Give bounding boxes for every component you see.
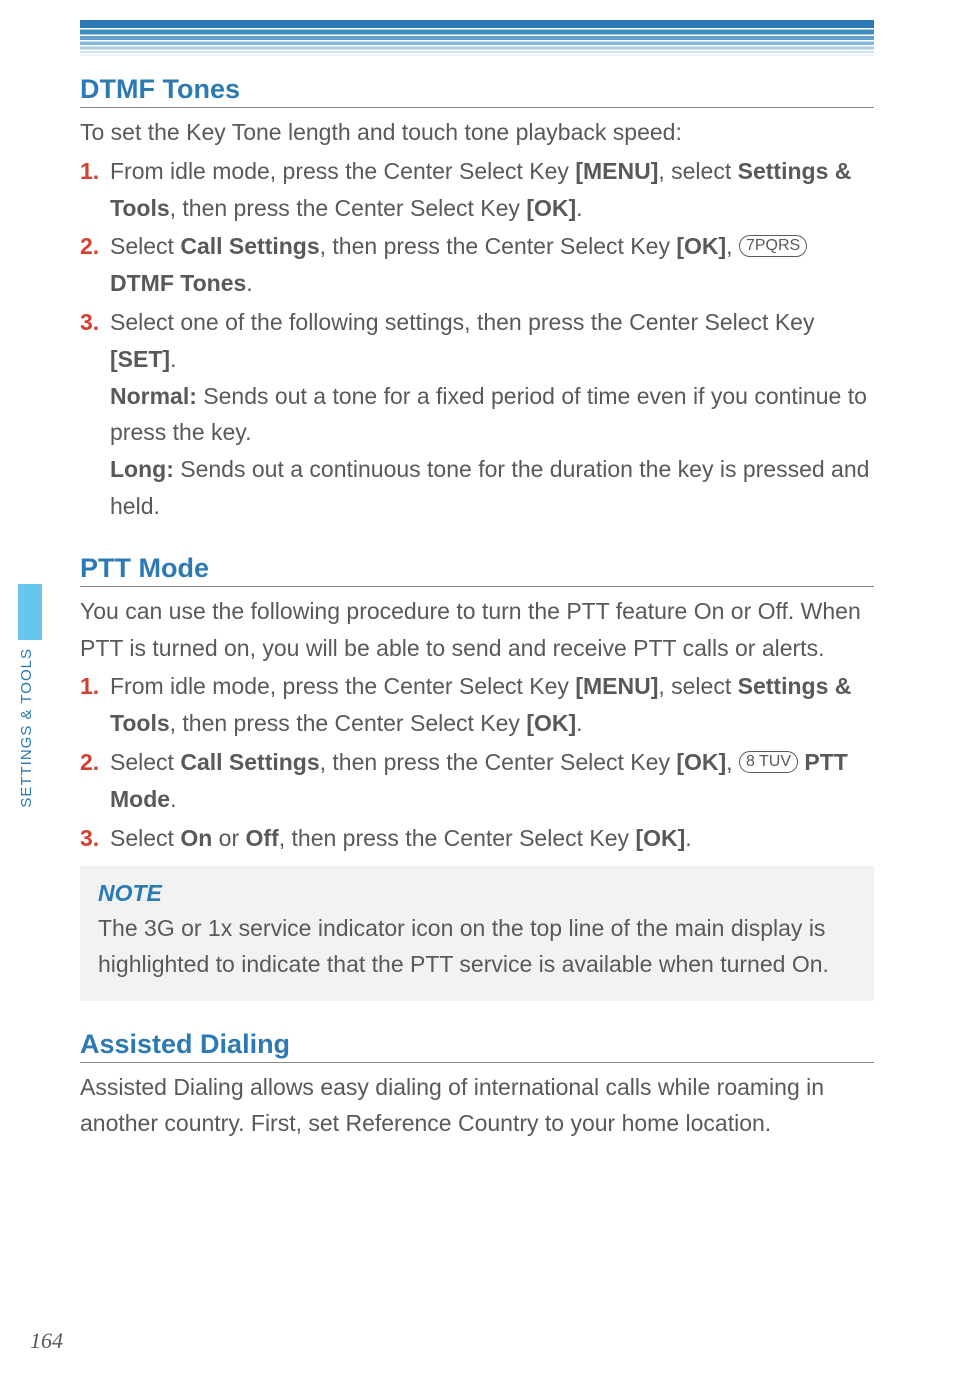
dtmf-step-3: 3. Select one of the following settings,… <box>80 304 874 378</box>
text: . <box>170 346 176 372</box>
text: , then press the Center Select Key <box>279 825 636 851</box>
heading-ptt-mode: PTT Mode <box>80 553 874 587</box>
text: , <box>726 233 739 259</box>
step-body: Select On or Off, then press the Center … <box>110 820 874 857</box>
menu-item: DTMF Tones <box>110 270 246 296</box>
page-content: DTMF Tones To set the Key Tone length an… <box>0 56 954 1142</box>
dtmf-intro: To set the Key Tone length and touch ton… <box>80 114 874 151</box>
assisted-intro: Assisted Dialing allows easy dialing of … <box>80 1069 874 1143</box>
text: Select <box>110 825 180 851</box>
ptt-step-2: 2. Select Call Settings, then press the … <box>80 744 874 818</box>
step-body: Select Call Settings, then press the Cen… <box>110 228 874 302</box>
key-label: [OK] <box>635 825 685 851</box>
step-number: 2. <box>80 744 110 818</box>
heading-dtmf-tones: DTMF Tones <box>80 74 874 108</box>
text: . <box>246 270 252 296</box>
step-body: Select one of the following settings, th… <box>110 304 874 378</box>
text: From idle mode, press the Center Select … <box>110 673 575 699</box>
step-number: 1. <box>80 153 110 227</box>
key-label: [MENU] <box>575 673 658 699</box>
key-label: [OK] <box>526 710 576 736</box>
key-label: [MENU] <box>575 158 658 184</box>
text: . <box>576 710 582 736</box>
text: . <box>170 786 176 812</box>
dtmf-long: Long: Sends out a continuous tone for th… <box>110 451 874 525</box>
text: Select <box>110 233 180 259</box>
step-number: 2. <box>80 228 110 302</box>
side-tab-marker <box>18 584 42 640</box>
dtmf-step-2: 2. Select Call Settings, then press the … <box>80 228 874 302</box>
keypad-7-icon: 7PQRS <box>739 235 807 257</box>
page-number: 164 <box>30 1328 63 1354</box>
dtmf-step-1: 1. From idle mode, press the Center Sele… <box>80 153 874 227</box>
text: , then press the Center Select Key <box>320 749 677 775</box>
text: Select <box>110 749 180 775</box>
side-tab: SETTINGS & TOOLS <box>18 584 42 832</box>
note-text: The 3G or 1x service indicator icon on t… <box>98 911 856 982</box>
text: , then press the Center Select Key <box>170 195 527 221</box>
step-number: 3. <box>80 820 110 857</box>
key-label: [SET] <box>110 346 170 372</box>
text: From idle mode, press the Center Select … <box>110 158 575 184</box>
text: , then press the Center Select Key <box>170 710 527 736</box>
dtmf-normal: Normal: Sends out a tone for a fixed per… <box>110 378 874 452</box>
step-body: From idle mode, press the Center Select … <box>110 153 874 227</box>
menu-item: Call Settings <box>180 233 319 259</box>
option-on: On <box>180 825 212 851</box>
step-body: Select Call Settings, then press the Cen… <box>110 744 874 818</box>
option-off: Off <box>246 825 279 851</box>
ptt-intro: You can use the following procedure to t… <box>80 593 874 667</box>
ptt-step-1: 1. From idle mode, press the Center Sele… <box>80 668 874 742</box>
key-label: [OK] <box>676 749 726 775</box>
note-heading: NOTE <box>98 880 856 907</box>
option-text: Sends out a continuous tone for the dura… <box>110 456 869 519</box>
header-gradient-bar <box>80 20 874 56</box>
text: , select <box>658 158 737 184</box>
text: or <box>212 825 245 851</box>
text: Select one of the following settings, th… <box>110 309 814 335</box>
ptt-step-3: 3. Select On or Off, then press the Cent… <box>80 820 874 857</box>
text: . <box>576 195 582 221</box>
note-box: NOTE The 3G or 1x service indicator icon… <box>80 866 874 1000</box>
side-tab-label: SETTINGS & TOOLS <box>18 648 42 808</box>
option-label: Long: <box>110 456 174 482</box>
menu-item: Call Settings <box>180 749 319 775</box>
step-number: 3. <box>80 304 110 378</box>
text: , select <box>658 673 737 699</box>
step-body: From idle mode, press the Center Select … <box>110 668 874 742</box>
key-label: [OK] <box>676 233 726 259</box>
step-number: 1. <box>80 668 110 742</box>
option-label: Normal: <box>110 383 197 409</box>
text: . <box>685 825 691 851</box>
text: , <box>726 749 739 775</box>
key-label: [OK] <box>526 195 576 221</box>
keypad-8-icon: 8 TUV <box>739 751 798 773</box>
heading-assisted-dialing: Assisted Dialing <box>80 1029 874 1063</box>
text: , then press the Center Select Key <box>320 233 677 259</box>
option-text: Sends out a tone for a fixed period of t… <box>110 383 867 446</box>
